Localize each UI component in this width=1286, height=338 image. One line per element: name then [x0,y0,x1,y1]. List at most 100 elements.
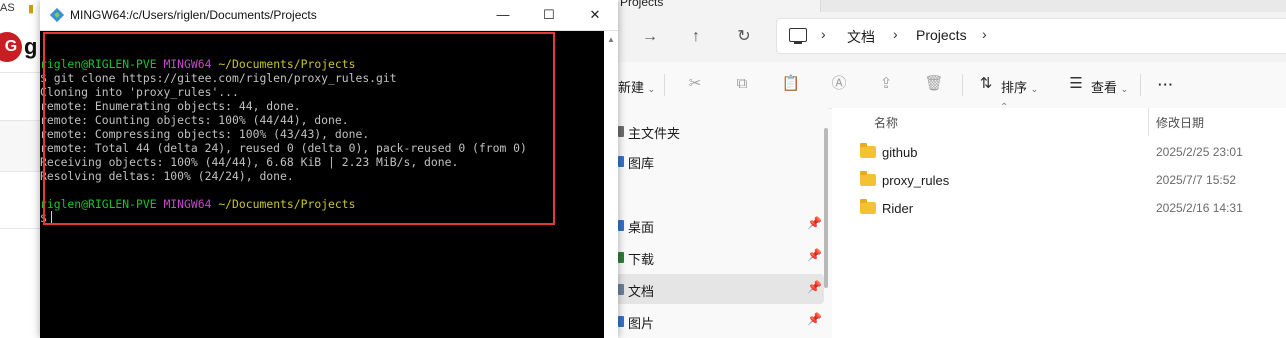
pin-icon[interactable]: 📌 [807,248,822,262]
file-name: proxy_rules [882,173,950,188]
file-list: ⌃ 名称 修改日期 github 2025/2/25 23:01 proxy_r… [832,102,1286,338]
chevron-right-icon[interactable]: › [893,26,898,42]
file-explorer-window: Projects → ↑ ↻ › 文档 › Projects › 新建 ⌄ ✂ … [600,0,1286,338]
copy-icon[interactable]: ⧉ [732,74,752,94]
column-header-modified[interactable]: 修改日期 [1156,114,1204,131]
input-line[interactable]: $ [40,211,527,225]
sidebar-item-home[interactable]: 主文件夹 [600,116,824,146]
background-band [0,120,40,172]
chevron-down-icon: ⌄ [1030,84,1039,94]
prompt-line: riglen@RIGLEN-PVE MINGW64 ~/Documents/Pr… [40,57,527,71]
pin-icon[interactable]: 📌 [807,216,822,230]
sort-icon[interactable]: ⇅ [976,74,996,94]
sidebar-item-documents[interactable]: 文档 📌 [600,274,824,304]
paste-icon[interactable]: 📋 [781,74,801,94]
cut-icon[interactable]: ✂ [685,74,705,94]
arrow-right-icon[interactable]: → [638,26,662,48]
chevron-right-icon[interactable]: › [821,26,826,42]
scroll-up-icon[interactable]: ▲ [607,35,615,44]
prompt-path: ~/Documents/Projects [218,57,356,71]
toolbar-divider [664,74,665,96]
chevron-down-icon: ⌄ [1120,84,1129,94]
background-app: AS ▮ G g [0,0,41,338]
view-button[interactable]: 查看 ⌄ [1091,77,1128,96]
folder-icon [860,171,876,186]
divider [0,228,40,229]
output-line: remote: Counting objects: 100% (44/44), … [40,113,349,127]
desktop-icon [618,220,624,231]
navigation-pane: 主文件夹 图库 桌面 📌 下载 📌 文档 📌 图片 📌 [600,108,828,338]
terminal-window: MINGW64:/c/Users/riglen/Documents/Projec… [40,0,618,338]
address-bar[interactable]: › 文档 › Projects › [776,18,1286,54]
share-icon[interactable]: ⇪ [876,74,896,94]
pin-icon[interactable]: 📌 [807,312,822,326]
file-name: github [882,145,918,160]
sidebar-item-label: 桌面 [628,220,655,235]
chevron-right-icon[interactable]: › [982,26,987,42]
divider [0,72,40,73]
more-options-button[interactable]: ··· [1158,77,1174,92]
explorer-tab-title[interactable]: Projects [620,0,663,9]
column-divider[interactable] [1148,108,1149,136]
prompt-line: riglen@RIGLEN-PVE MINGW64 ~/Documents/Pr… [40,197,527,211]
sidebar-item-label: 主文件夹 [628,126,681,141]
toolbar-divider [962,74,963,96]
sidebar-item-downloads[interactable]: 下载 📌 [600,242,824,272]
pin-icon[interactable]: 📌 [807,280,822,294]
explorer-tab-strip [820,0,1286,12]
sidebar-item-desktop[interactable]: 桌面 📌 [600,210,824,240]
delete-icon[interactable]: 🗑 [924,74,944,94]
terminal-title: MINGW64:/c/Users/riglen/Documents/Projec… [70,8,317,22]
new-label: 新建 [618,80,645,95]
output-line: remote: Total 44 (delta 24), reused 0 (d… [40,141,527,155]
output-line: remote: Compressing objects: 100% (43/43… [40,127,370,141]
minimize-button[interactable]: — [480,0,526,30]
background-app-top-text: AS [0,2,15,14]
background-app-topbar: AS ▮ [0,0,40,20]
file-row[interactable]: github 2025/2/25 23:01 [832,139,1286,167]
column-header-name[interactable]: 名称 [874,114,898,131]
sidebar-item-gallery[interactable]: 图库 [600,146,824,176]
gitee-logo-badge: G [0,32,22,62]
output-line: Cloning into 'proxy_rules'... [40,85,239,99]
view-icon[interactable]: ☰ [1066,74,1086,94]
view-label: 查看 [1091,80,1118,95]
explorer-navbar: → ↑ ↻ › 文档 › Projects › [600,12,1286,62]
sidebar-item-label: 图库 [628,156,655,171]
file-modified: 2025/2/25 23:01 [1156,145,1243,159]
prompt-env: MINGW64 [163,57,212,71]
sort-label: 排序 [1001,80,1028,95]
maximize-button[interactable]: ☐ [526,0,572,30]
arrow-up-icon[interactable]: ↑ [684,26,708,48]
breadcrumb-documents[interactable]: 文档 [847,27,875,47]
file-row[interactable]: proxy_rules 2025/7/7 15:52 [832,167,1286,195]
downloads-icon [618,252,624,263]
close-button[interactable]: ✕ [572,0,618,30]
output-line: Receiving objects: 100% (44/44), 6.68 Ki… [40,155,459,169]
terminal-output[interactable]: riglen@RIGLEN-PVE MINGW64 ~/Documents/Pr… [40,31,604,338]
folder-icon [860,199,876,214]
new-button[interactable]: 新建 ⌄ [618,77,655,96]
brand-letter: g [24,34,38,59]
toolbar-divider [1140,74,1141,96]
sidebar-scrollbar[interactable] [824,128,828,288]
rename-icon[interactable]: Ⓐ [829,74,849,94]
file-row[interactable]: Rider 2025/2/16 14:31 [832,195,1286,223]
sort-button[interactable]: 排序 ⌄ [1001,77,1038,96]
sidebar-item-label: 图片 [628,316,655,331]
gallery-icon [618,156,624,167]
terminal-scrollbar[interactable]: ▲ [604,31,618,338]
pictures-icon [618,316,624,327]
folder-icon [860,143,876,158]
refresh-icon[interactable]: ↻ [732,26,756,48]
terminal-titlebar[interactable]: MINGW64:/c/Users/riglen/Documents/Projec… [40,0,618,31]
breadcrumb-projects[interactable]: Projects [916,27,967,43]
sidebar-item-pictures[interactable]: 图片 📌 [600,306,824,336]
sidebar-item-label: 文档 [628,284,655,299]
output-line: Resolving deltas: 100% (24/24), done. [40,169,294,183]
output-line: remote: Enumerating objects: 44, done. [40,99,301,113]
prompt-symbol: $ [40,211,47,225]
command-line: $ git clone https://gitee.com/riglen/pro… [40,71,397,85]
computer-icon [789,28,807,44]
file-name: Rider [882,201,914,216]
